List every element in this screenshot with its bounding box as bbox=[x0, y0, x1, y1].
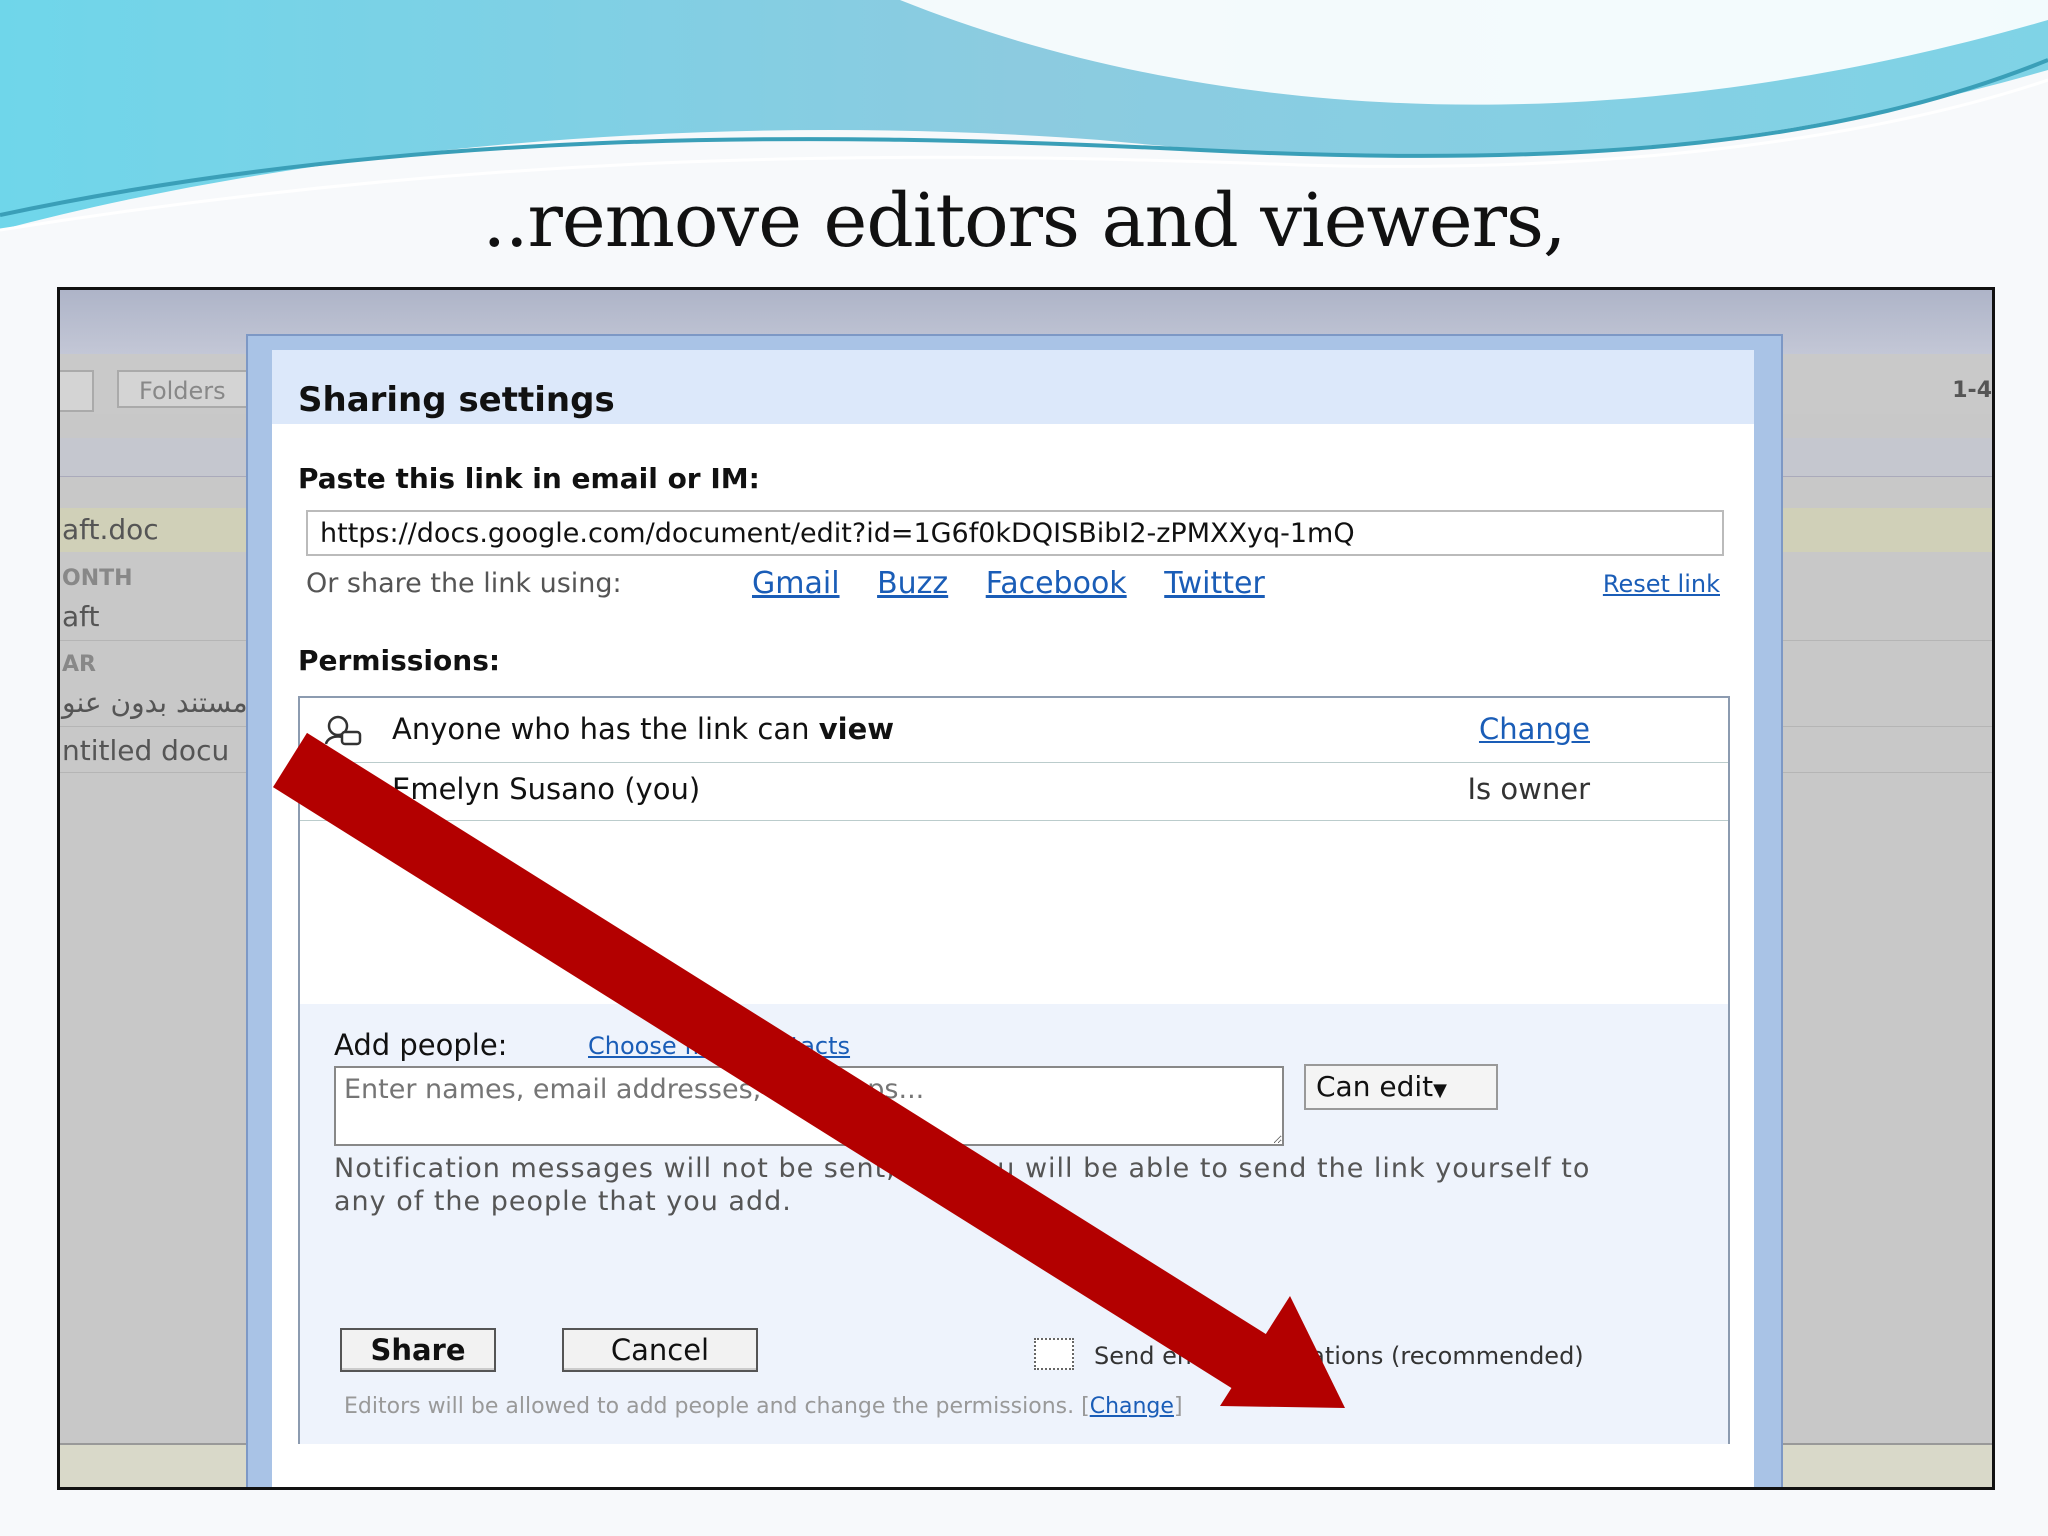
share-link-field[interactable]: https://docs.google.com/document/edit?id… bbox=[306, 510, 1724, 556]
add-people-input[interactable] bbox=[334, 1066, 1284, 1146]
email-notifications-checkbox[interactable] bbox=[1034, 1338, 1074, 1370]
permissions-label: Permissions: bbox=[298, 644, 501, 677]
share-using-label: Or share the link using: bbox=[306, 568, 622, 599]
cancel-button[interactable]: Cancel bbox=[562, 1328, 758, 1372]
owner-name: Emelyn Susano (you) bbox=[392, 772, 701, 806]
editors-note: Editors will be allowed to add people an… bbox=[344, 1394, 1183, 1419]
permission-text: Anyone who has the link can view bbox=[392, 712, 894, 746]
dropdown-arrow-icon: ▼ bbox=[1433, 1080, 1447, 1101]
notification-note: Notification messages will not be sent, … bbox=[334, 1153, 1591, 1217]
permission-text-main: Anyone who has the link can bbox=[392, 712, 819, 746]
editors-change-link[interactable]: Change bbox=[1090, 1394, 1174, 1419]
permission-row-link: Anyone who has the link can view Change bbox=[300, 698, 1728, 763]
facebook-link[interactable]: Facebook bbox=[986, 566, 1127, 601]
screenshot-frame: Folders 1-4 aft.doc ONTH aft AR مستند بد… bbox=[57, 287, 1995, 1490]
reset-link[interactable]: Reset link bbox=[1603, 570, 1720, 598]
people-link-icon bbox=[324, 715, 362, 746]
dialog-title: Sharing settings bbox=[298, 380, 615, 420]
twitter-link[interactable]: Twitter bbox=[1164, 566, 1265, 601]
owner-role: Is owner bbox=[1467, 772, 1591, 806]
doc-title: aft.doc bbox=[62, 513, 159, 546]
share-links: Gmail Buzz Facebook Twitter bbox=[752, 566, 1293, 601]
dialog-body: Sharing settings Paste this link in emai… bbox=[272, 350, 1754, 1487]
doc-title: aft bbox=[62, 600, 100, 633]
toolbar-button[interactable] bbox=[60, 370, 94, 412]
email-notifications-label: Send email notifications (recommended) bbox=[1094, 1342, 1584, 1370]
editors-note-text: Editors will be allowed to add people an… bbox=[344, 1394, 1075, 1419]
role-select[interactable]: Can edit▼ bbox=[1304, 1064, 1498, 1110]
buzz-link[interactable]: Buzz bbox=[877, 566, 948, 601]
doc-title: ntitled docu bbox=[62, 734, 230, 767]
section-label: ONTH bbox=[62, 566, 133, 591]
permission-row-owner: Emelyn Susano (you) Is owner bbox=[300, 762, 1728, 821]
paste-link-label: Paste this link in email or IM: bbox=[298, 462, 760, 495]
sharing-settings-dialog: Sharing settings Paste this link in emai… bbox=[246, 334, 1783, 1487]
gmail-link[interactable]: Gmail bbox=[752, 566, 840, 601]
dialog-header: Sharing settings bbox=[272, 350, 1754, 424]
page-count: 1-4 bbox=[1952, 378, 1992, 403]
role-select-value: Can edit bbox=[1316, 1070, 1434, 1103]
avatar bbox=[324, 774, 358, 812]
change-visibility-link[interactable]: Change bbox=[1479, 712, 1590, 746]
add-people-section: Add people: Choose from contacts Can edi… bbox=[300, 1004, 1728, 1444]
folders-button[interactable]: Folders bbox=[117, 370, 257, 408]
doc-title: مستند بدون عنو bbox=[62, 686, 248, 719]
share-button[interactable]: Share bbox=[340, 1328, 496, 1372]
slide-title: ..remove editors and viewers, bbox=[482, 178, 1567, 264]
permission-level: view bbox=[818, 712, 895, 746]
add-people-label: Add people: bbox=[334, 1028, 508, 1062]
section-label: AR bbox=[62, 652, 96, 677]
choose-contacts-link[interactable]: Choose from contacts bbox=[588, 1032, 850, 1060]
permissions-list: Anyone who has the link can view Change … bbox=[298, 696, 1730, 1444]
